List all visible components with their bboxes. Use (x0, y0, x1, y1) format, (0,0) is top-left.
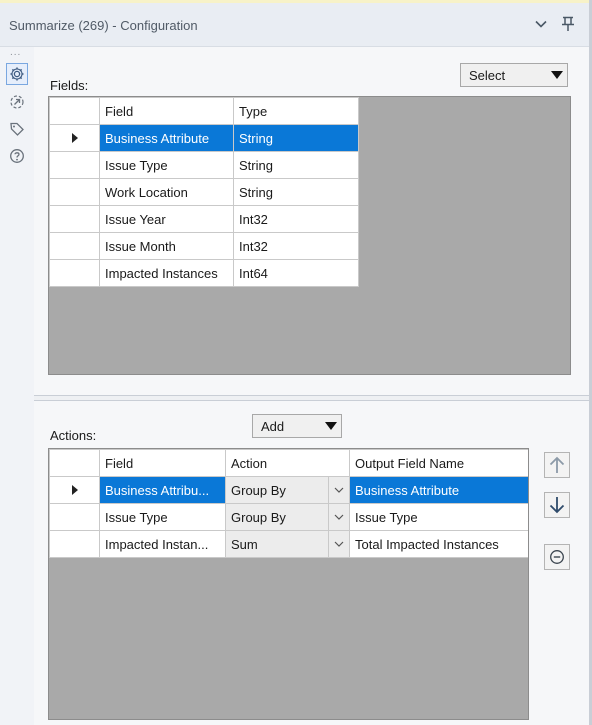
connection-icon[interactable] (6, 91, 28, 113)
table-row[interactable]: Issue Type String (49, 151, 359, 179)
type-cell[interactable]: String (233, 178, 359, 206)
triangle-down-icon (547, 71, 567, 79)
row-header[interactable] (49, 205, 100, 233)
type-cell[interactable]: Int32 (233, 232, 359, 260)
row-header[interactable] (49, 503, 100, 531)
actions-header-field[interactable]: Field (99, 449, 226, 477)
move-up-button[interactable] (544, 452, 570, 478)
chevron-down-icon (329, 504, 349, 530)
actions-header-row: Field Action Output Field Name (49, 449, 528, 477)
output-field-cell[interactable]: Business Attribute (349, 476, 528, 504)
left-rail: ... (0, 47, 34, 725)
triangle-down-icon (321, 422, 341, 430)
fields-header-row: Field Type (49, 97, 359, 125)
tag-icon[interactable] (6, 118, 28, 140)
add-dropdown-label: Add (261, 418, 285, 434)
table-row[interactable]: Issue Year Int32 (49, 205, 359, 233)
actions-grid: Field Action Output Field Name Business … (48, 448, 529, 720)
fields-grid: Field Type Business Attribute String Iss… (48, 96, 571, 375)
remove-button[interactable] (544, 544, 570, 570)
table-row[interactable]: Work Location String (49, 178, 359, 206)
output-field-cell[interactable]: Total Impacted Instances (349, 530, 528, 558)
actions-header-corner (49, 449, 100, 477)
action-select[interactable]: Group By (225, 503, 350, 531)
select-dropdown-label: Select (469, 67, 506, 83)
action-select-value: Sum (226, 531, 329, 557)
fields-header-field[interactable]: Field (99, 97, 234, 125)
action-select-value: Group By (226, 477, 329, 503)
action-select-value: Group By (226, 504, 329, 530)
table-row[interactable]: Impacted Instan... Sum Total Impacted In… (49, 530, 528, 558)
pin-icon[interactable] (555, 11, 581, 37)
gear-icon[interactable] (6, 63, 28, 85)
actions-label: Actions: (50, 428, 97, 443)
panel-splitter[interactable] (34, 395, 589, 401)
table-row[interactable]: Impacted Instances Int64 (49, 259, 359, 287)
chevron-down-icon (329, 531, 349, 557)
row-header[interactable] (49, 476, 100, 504)
fields-header-corner (49, 97, 100, 125)
chevron-down-icon[interactable] (528, 11, 554, 37)
rail-more-dots[interactable]: ... (10, 47, 21, 58)
remove-icon (550, 550, 564, 564)
type-cell[interactable]: Int32 (233, 205, 359, 233)
action-field-cell[interactable]: Impacted Instan... (99, 530, 226, 558)
output-field-cell[interactable]: Issue Type (349, 503, 528, 531)
type-cell[interactable]: String (233, 151, 359, 179)
table-row[interactable]: Business Attribu... Group By Business At… (49, 476, 528, 504)
action-field-cell[interactable]: Business Attribu... (99, 476, 226, 504)
help-icon[interactable] (6, 145, 28, 167)
fields-header-type[interactable]: Type (233, 97, 359, 125)
chevron-down-icon (329, 477, 349, 503)
action-select[interactable]: Group By (225, 476, 350, 504)
type-cell[interactable]: String (233, 124, 359, 152)
row-header[interactable] (49, 178, 100, 206)
move-down-button[interactable] (544, 492, 570, 518)
arrow-down-icon (549, 497, 565, 514)
actions-header-output[interactable]: Output Field Name (349, 449, 528, 477)
action-field-cell[interactable]: Issue Type (99, 503, 226, 531)
field-cell[interactable]: Work Location (99, 178, 234, 206)
table-row[interactable]: Issue Month Int32 (49, 232, 359, 260)
title-bar: Summarize (269) - Configuration (0, 3, 590, 47)
row-header[interactable] (49, 232, 100, 260)
field-cell[interactable]: Impacted Instances (99, 259, 234, 287)
row-header[interactable] (49, 259, 100, 287)
select-dropdown[interactable]: Select (460, 63, 568, 87)
add-dropdown[interactable]: Add (252, 414, 342, 438)
field-cell[interactable]: Business Attribute (99, 124, 234, 152)
row-header[interactable] (49, 124, 100, 152)
caret-right-icon (51, 126, 99, 151)
row-header[interactable] (49, 151, 100, 179)
field-cell[interactable]: Issue Type (99, 151, 234, 179)
table-row[interactable]: Issue Type Group By Issue Type (49, 503, 528, 531)
field-cell[interactable]: Issue Year (99, 205, 234, 233)
table-row[interactable]: Business Attribute String (49, 124, 359, 152)
row-header[interactable] (49, 530, 100, 558)
action-select[interactable]: Sum (225, 530, 350, 558)
actions-header-action[interactable]: Action (225, 449, 350, 477)
configuration-panel: Fields: Select Field Type Business Attri… (34, 47, 589, 725)
arrow-up-icon (549, 456, 565, 473)
caret-right-icon (51, 478, 99, 503)
fields-label: Fields: (50, 78, 89, 93)
type-cell[interactable]: Int64 (233, 259, 359, 287)
window-title: Summarize (269) - Configuration (9, 18, 198, 33)
field-cell[interactable]: Issue Month (99, 232, 234, 260)
